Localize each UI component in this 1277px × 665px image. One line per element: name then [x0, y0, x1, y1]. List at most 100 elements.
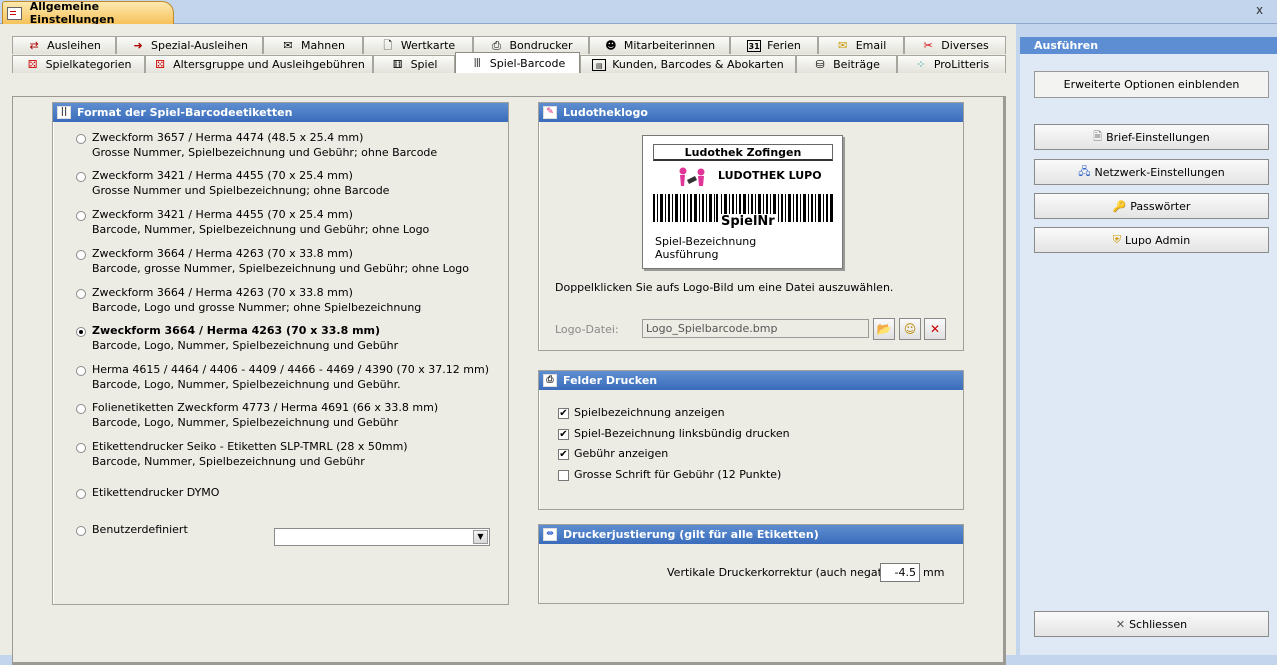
letter-settings-button[interactable]: 🗎 Brief-Einstellungen: [1034, 124, 1269, 150]
tab-spiel[interactable]: ⚅ Spiel: [373, 55, 455, 73]
format-radio[interactable]: [76, 211, 86, 221]
format-radio[interactable]: [76, 526, 86, 536]
format-option-title[interactable]: Zweckform 3664 / Herma 4263 (70 x 33.8 m…: [92, 285, 353, 300]
format-option-title[interactable]: Etikettendrucker DYMO: [92, 485, 219, 500]
print-fields-header: ⎙ Felder Drucken: [539, 371, 963, 390]
printer-adjust-frame: ⇹ Druckerjustierung (gilt für alle Etiket…: [538, 524, 964, 604]
printer-adjust-header: ⇹ Druckerjustierung (gilt für alle Etiket…: [539, 525, 963, 544]
open-folder-icon[interactable]: 📂: [873, 318, 895, 340]
logo-frame: ✎ Ludotheklogo Ludothek Zofingen LUDOTHEK…: [538, 102, 964, 351]
dice-icon: ⚄: [27, 57, 38, 71]
network-settings-button[interactable]: 🖧 Netzwerk-Einstellungen: [1034, 159, 1269, 185]
tab-kunden-barcodes[interactable]: ▤ Kunden, Barcodes & Abokarten: [580, 55, 796, 73]
calendar-icon: 31: [747, 39, 762, 52]
reminder-icon: ✉: [283, 38, 293, 52]
person-icon: ☻: [605, 38, 617, 52]
tab-beitraege[interactable]: ⛁ Beiträge: [796, 55, 897, 73]
logo-file-label: Logo-Datei:: [555, 323, 619, 336]
dice-icon: ⚄: [155, 57, 165, 71]
format-radio[interactable]: [76, 172, 86, 182]
format-option-desc: Grosse Nummer, Spielbezeichnung und Gebü…: [92, 146, 438, 159]
close-icon: ✕: [1115, 617, 1126, 631]
format-radio[interactable]: [76, 134, 86, 144]
smiley-icon[interactable]: ☺: [899, 318, 921, 340]
arrow-right-icon: ➜: [133, 38, 143, 52]
advanced-options-button[interactable]: Erweiterte Optionen einblenden: [1034, 71, 1269, 98]
card-icon: 🗋: [383, 38, 393, 52]
envelope-icon: ✉: [838, 38, 848, 52]
format-option-title[interactable]: Benutzerdefiniert: [92, 522, 188, 537]
actions-pane: Ausführen Erweiterte Optionen einblenden…: [1020, 37, 1277, 655]
label-desc-1: Spiel-Bezeichnung: [655, 235, 757, 248]
key-icon: 🔑: [1112, 199, 1127, 213]
format-option-title[interactable]: Zweckform 3421 / Herma 4455 (70 x 25.4 m…: [92, 207, 353, 222]
format-option-desc: Barcode, Nummer, Spielbezeichnung und Ge…: [92, 455, 365, 468]
tab-mitarbeiterinnen[interactable]: ☻ Mitarbeiterinnen: [589, 36, 730, 54]
checkbox-show-name-label: Spielbezeichnung anzeigen: [574, 406, 725, 419]
format-option-desc: Barcode, Logo, Nummer, Spielbezeichnung …: [92, 339, 399, 352]
tab-panel-body: || Format der Spiel-Barcodeetiketten Zwec…: [13, 97, 1005, 664]
printer-icon: ⎙: [543, 374, 557, 387]
format-option-title[interactable]: Zweckform 3657 / Herma 4474 (48.5 x 25.4…: [92, 130, 363, 145]
format-option-desc: Grosse Nummer und Spielbezeichnung; ohne…: [92, 184, 390, 197]
tab-email[interactable]: ✉ Email: [818, 36, 904, 54]
tab-spielkategorien[interactable]: ⚄ Spielkategorien: [12, 55, 145, 73]
format-radio[interactable]: [76, 443, 86, 453]
barcode-icon: ||: [57, 106, 71, 119]
tab-ferien[interactable]: 31 Ferien: [730, 36, 818, 54]
delete-icon[interactable]: ✕: [924, 318, 946, 340]
logo-header: ✎ Ludotheklogo: [539, 103, 963, 122]
game-icon: ⚅: [392, 57, 403, 71]
printer-icon: ⎙: [492, 38, 501, 52]
format-radio[interactable]: [76, 327, 86, 337]
format-radio[interactable]: [76, 250, 86, 260]
main-area: ⇄ Ausleihen ➜ Spezial-Ausleihen ✉ Mahnen 🗋 W…: [0, 24, 1016, 665]
logo-file-field[interactable]: Logo_Spielbarcode.bmp: [642, 319, 869, 338]
logo-hint: Doppelklicken Sie aufs Logo-Bild um eine…: [555, 281, 894, 294]
arrows-icon: ⇄: [29, 38, 39, 52]
format-radio[interactable]: [76, 489, 86, 499]
format-option-title[interactable]: Zweckform 3664 / Herma 4263 (70 x 33.8 m…: [92, 323, 380, 338]
tab-mahnen[interactable]: ✉ Mahnen: [263, 36, 363, 54]
adjust-input[interactable]: -4.5: [880, 563, 920, 582]
checkbox-large-fee[interactable]: [558, 470, 569, 481]
format-radio[interactable]: [76, 404, 86, 414]
tab-prolitteris[interactable]: ⁘ ProLitteris: [897, 55, 1006, 73]
passwords-button[interactable]: 🔑 Passwörter: [1034, 193, 1269, 219]
document-tab[interactable]: Allgemeine Einstellungen: [2, 0, 174, 26]
format-option-desc: Barcode, grosse Nummer, Spielbezeichnung…: [92, 262, 470, 275]
chevron-down-icon[interactable]: ▼: [473, 530, 488, 544]
tab-spiel-barcode[interactable]: ||| Spiel-Barcode: [455, 52, 580, 73]
tab-ausleihen[interactable]: ⇄ Ausleihen: [12, 36, 116, 54]
tab-diverses[interactable]: ✂ Diverses: [904, 36, 1006, 54]
custom-format-select[interactable]: ▼: [274, 528, 490, 546]
format-radio[interactable]: [76, 289, 86, 299]
tab-spezial-ausleihen[interactable]: ➜ Spezial-Ausleihen: [116, 36, 263, 54]
letter-icon: 🗎: [1093, 129, 1103, 143]
brand-name: LUDOTHEK LUPO: [718, 169, 822, 182]
close-window-button[interactable]: x: [1256, 3, 1263, 17]
network-icon: 🖧: [1078, 164, 1091, 178]
format-option-title[interactable]: Folienetiketten Zweckform 4773 / Herma 4…: [92, 400, 438, 415]
tab-altersgruppe[interactable]: ⚄ Altersgruppe und Ausleihgebühren: [145, 55, 373, 73]
window-title: Allgemeine Einstellungen: [29, 0, 115, 26]
adjust-icon: ⇹: [543, 528, 557, 541]
form-icon: [7, 6, 22, 20]
format-option-title[interactable]: Zweckform 3421 / Herma 4455 (70 x 25.4 m…: [92, 168, 353, 183]
format-option-title[interactable]: Etikettendrucker Seiko - Etiketten SLP-T…: [92, 439, 408, 454]
format-option-desc: Barcode, Logo und grosse Nummer; ohne Sp…: [92, 301, 422, 314]
format-header: || Format der Spiel-Barcodeetiketten: [53, 103, 508, 122]
format-radio[interactable]: [76, 366, 86, 376]
format-option-title[interactable]: Zweckform 3664 / Herma 4263 (70 x 33.8 m…: [92, 246, 353, 261]
format-option-desc: Barcode, Nummer, Spielbezeichnung und Ge…: [92, 223, 430, 236]
format-option-title[interactable]: Herma 4615 / 4464 / 4406 - 4409 / 4466 -…: [92, 362, 489, 377]
lupo-admin-button[interactable]: ⛨ Lupo Admin: [1034, 227, 1269, 253]
logo-preview[interactable]: Ludothek Zofingen LUDOTHEK LUPO SpielNr …: [642, 135, 843, 269]
checkbox-show-fee[interactable]: ✔: [558, 449, 569, 460]
close-button[interactable]: ✕ Schliessen: [1034, 611, 1269, 637]
checkbox-left-align[interactable]: ✔: [558, 429, 569, 440]
checkbox-show-name[interactable]: ✔: [558, 408, 569, 419]
checkbox-show-fee-label: Gebühr anzeigen: [574, 447, 669, 460]
print-fields-frame: ⎙ Felder Drucken ✔ Spielbezeichnung anzei…: [538, 370, 964, 510]
label-desc-2: Ausführung: [655, 248, 719, 261]
